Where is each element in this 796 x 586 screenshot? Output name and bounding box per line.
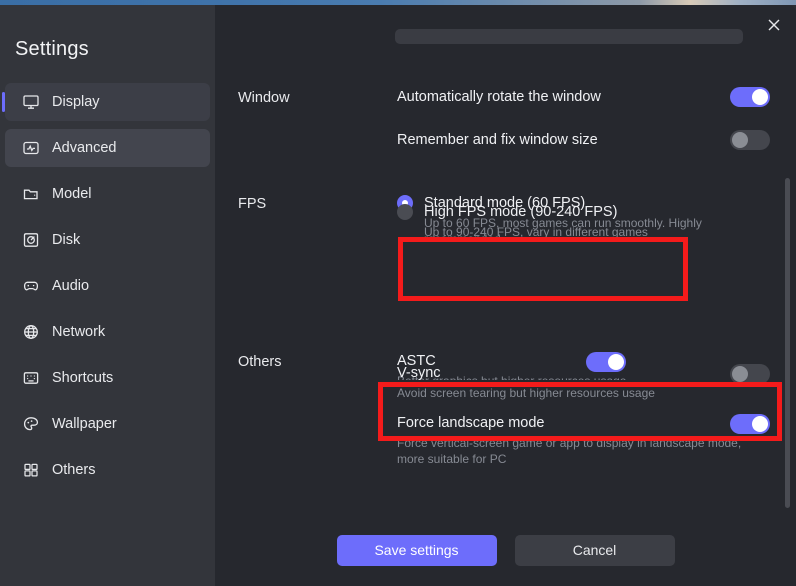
sidebar-item-label: Advanced	[52, 140, 117, 156]
scroll-content: Window Automatically rotate the window R…	[215, 5, 796, 586]
sidebar-nav: Display Advanced Model Disk Audio Networ…	[0, 83, 215, 489]
scrolled-input-field[interactable]	[395, 29, 743, 44]
row-automatically-rotate-window[interactable]: Automatically rotate the window	[397, 87, 770, 109]
section-label: Others	[238, 354, 282, 370]
sidebar-item-audio[interactable]: Audio	[5, 267, 210, 305]
scrollbar-thumb[interactable]	[785, 178, 790, 508]
settings-dialog: Settings Display Advanced Model Disk Aud…	[0, 5, 796, 586]
save-settings-button[interactable]: Save settings	[336, 534, 497, 566]
sidebar-item-label: Wallpaper	[52, 416, 117, 432]
sidebar-item-advanced[interactable]: Advanced	[5, 129, 210, 167]
row-description: Force vertical-screen game or app to dis…	[397, 436, 742, 466]
sidebar-item-others[interactable]: Others	[5, 451, 210, 489]
folder-icon	[22, 185, 40, 203]
toggle-automatically-rotate-window[interactable]	[730, 87, 770, 107]
option-high-fps-mode[interactable]: High FPS mode (90-240 FPS) Up to 90-240 …	[397, 202, 770, 240]
toggle-knob	[732, 366, 748, 382]
toggle-remember-fix-window-size[interactable]	[730, 130, 770, 150]
sidebar-item-display[interactable]: Display	[2, 83, 210, 121]
section-label: FPS	[238, 196, 267, 212]
sidebar-item-label: Shortcuts	[52, 370, 114, 386]
grid-icon	[22, 461, 40, 479]
toggle-knob	[752, 89, 768, 105]
row-force-landscape-mode[interactable]: Force landscape mode Force vertical-scre…	[397, 413, 770, 467]
palette-icon	[22, 415, 40, 433]
sidebar-item-label: Disk	[52, 232, 81, 248]
option-description: Up to 90-240 FPS, vary in different game…	[424, 225, 648, 239]
toggle-knob	[732, 132, 748, 148]
row-title: Automatically rotate the window	[397, 89, 601, 105]
settings-content: Window Automatically rotate the window R…	[215, 5, 796, 586]
cancel-button[interactable]: Cancel	[514, 534, 675, 566]
sidebar-item-model[interactable]: Model	[5, 175, 210, 213]
option-title: High FPS mode (90-240 FPS)	[424, 204, 618, 220]
sidebar-item-network[interactable]: Network	[5, 313, 210, 351]
sidebar-item-label: Network	[52, 324, 106, 340]
sidebar-item-wallpaper[interactable]: Wallpaper	[5, 405, 210, 443]
toggle-force-landscape-mode[interactable]	[730, 414, 770, 434]
activity-icon	[22, 139, 40, 157]
row-title: V-sync	[397, 365, 441, 381]
disk-icon	[22, 231, 40, 249]
globe-icon	[22, 323, 40, 341]
sidebar-item-disk[interactable]: Disk	[5, 221, 210, 259]
radio-high-fps-mode[interactable]	[397, 204, 413, 220]
dialog-footer: Save settings Cancel	[215, 514, 796, 586]
sidebar-item-shortcuts[interactable]: Shortcuts	[5, 359, 210, 397]
toggle-knob	[752, 416, 768, 432]
sidebar-item-label: Model	[52, 186, 92, 202]
sidebar-item-label: Others	[52, 462, 96, 478]
section-label: Window	[238, 90, 290, 106]
active-indicator	[2, 92, 5, 112]
settings-sidebar: Settings Display Advanced Model Disk Aud…	[0, 5, 215, 586]
row-title: Remember and fix window size	[397, 132, 598, 148]
row-v-sync[interactable]: V-sync Avoid screen tearing but higher r…	[397, 363, 770, 401]
keyboard-icon	[22, 369, 40, 387]
sidebar-item-label: Audio	[52, 278, 90, 294]
gamepad-icon	[22, 277, 40, 295]
sidebar-item-label: Display	[52, 94, 100, 110]
toggle-v-sync[interactable]	[730, 364, 770, 384]
row-description: Avoid screen tearing but higher resource…	[397, 386, 655, 400]
page-title: Settings	[15, 38, 89, 60]
monitor-icon	[22, 93, 40, 111]
row-remember-fix-window-size[interactable]: Remember and fix window size	[397, 130, 770, 152]
row-title: Force landscape mode	[397, 415, 545, 431]
